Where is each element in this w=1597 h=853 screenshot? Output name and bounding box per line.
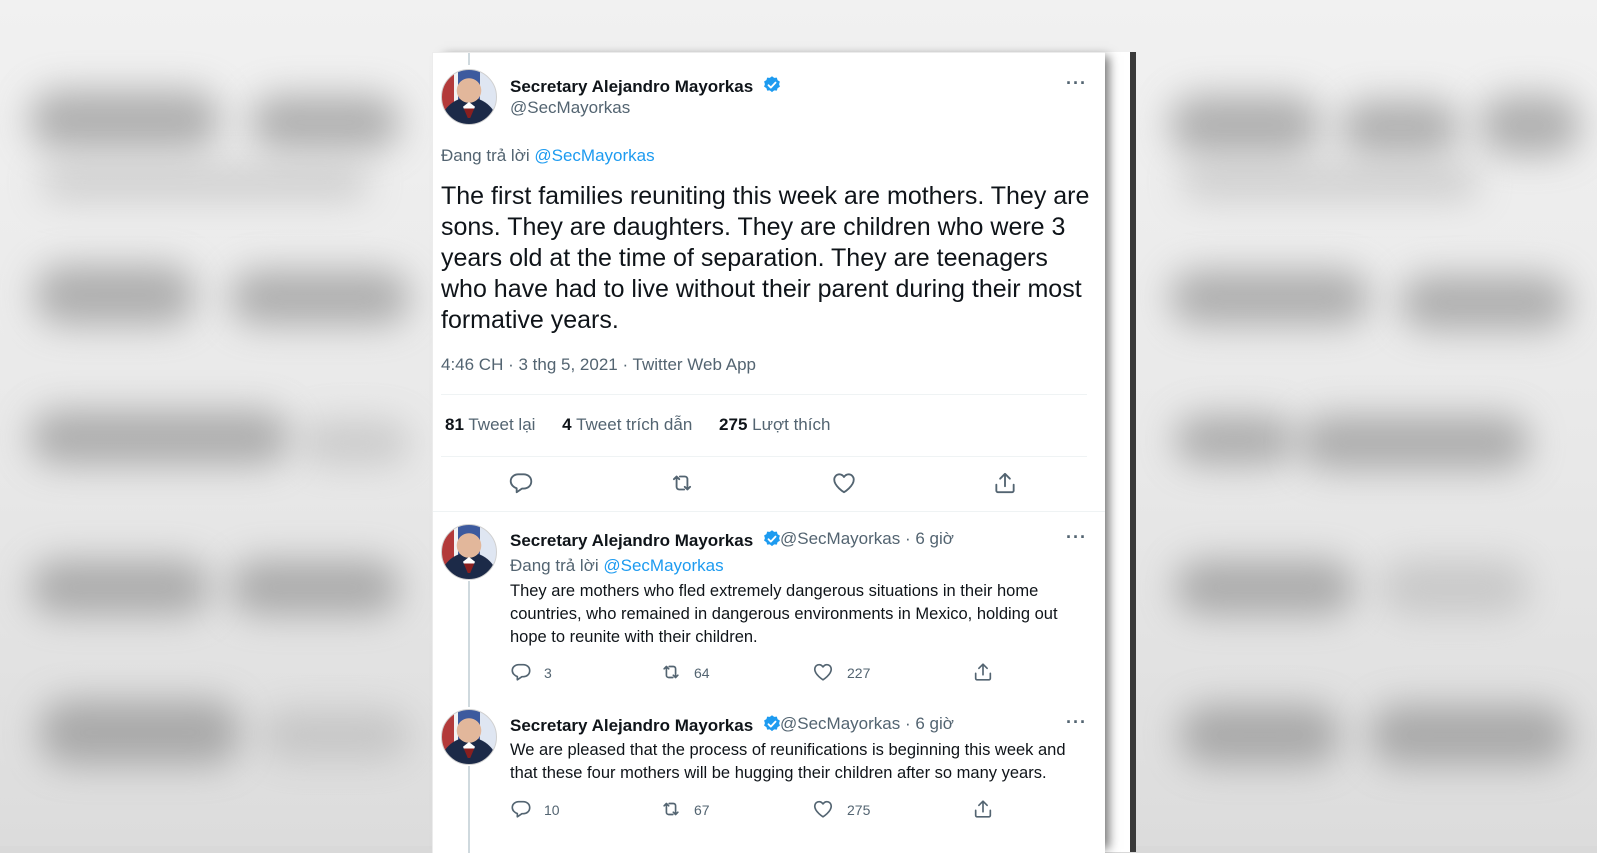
retweets-count: 81 — [445, 415, 464, 434]
avatar[interactable] — [441, 709, 497, 765]
thread-connector — [468, 766, 470, 853]
quotes-label: Tweet trích dẫn — [576, 415, 693, 434]
more-icon[interactable]: ··· — [1066, 527, 1087, 548]
reply-icon[interactable] — [510, 798, 532, 820]
tweet-text: We are pleased that the process of reuni… — [510, 741, 1066, 782]
divider — [433, 511, 1105, 512]
tweet-stats: 81 Tweet lại 4 Tweet trích dẫn 275 Lượt … — [445, 415, 852, 435]
like-icon[interactable] — [812, 798, 834, 820]
thread-connector — [468, 53, 470, 65]
author-name[interactable]: Secretary Alejandro Mayorkas — [510, 75, 782, 97]
share-icon[interactable] — [972, 661, 994, 683]
mention-link[interactable]: @SecMayorkas — [534, 146, 654, 165]
more-icon[interactable]: ··· — [1066, 712, 1087, 733]
retweet-icon[interactable] — [660, 798, 682, 820]
replying-label: Đang trả lời — [441, 146, 530, 165]
thread-connector — [468, 581, 470, 707]
tweet-text: The first families reuniting this week a… — [441, 182, 1090, 334]
author-handle[interactable]: @SecMayorkas — [510, 98, 630, 118]
retweets-label: Tweet lại — [468, 415, 536, 434]
replying-to: Đang trả lời @SecMayorkas — [441, 146, 655, 166]
author-name[interactable]: Secretary Alejandro Mayorkas — [510, 529, 782, 551]
like-icon[interactable] — [831, 470, 857, 496]
divider — [441, 394, 1087, 395]
like-count: 227 — [847, 665, 871, 681]
like-count: 275 — [847, 802, 871, 818]
divider — [441, 456, 1087, 457]
retweets-stat[interactable]: 81 Tweet lại — [445, 415, 535, 434]
likes-count: 275 — [719, 415, 748, 434]
share-icon[interactable] — [992, 470, 1018, 496]
like-icon[interactable] — [812, 661, 834, 683]
reply-count: 3 — [544, 665, 552, 681]
likes-label: Lượt thích — [752, 415, 831, 434]
avatar[interactable] — [441, 524, 497, 580]
tweet-meta[interactable]: 4:46 CH · 3 thg 5, 2021 · Twitter Web Ap… — [441, 355, 756, 375]
replying-to: Đang trả lời @SecMayorkas — [510, 556, 724, 576]
verified-badge-icon — [763, 76, 780, 93]
quotes-stat[interactable]: 4 Tweet trích dẫn — [562, 415, 692, 434]
author-handle-time[interactable]: @SecMayorkas · 6 giờ — [780, 714, 954, 734]
avatar[interactable] — [441, 69, 497, 125]
reply-icon[interactable] — [508, 470, 534, 496]
replying-label: Đang trả lời — [510, 556, 599, 575]
panel-shadow-edge — [1104, 52, 1136, 852]
retweet-count: 64 — [694, 665, 710, 681]
tweet-text: They are mothers who fled extremely dang… — [510, 582, 1058, 646]
author-name-text: Secretary Alejandro Mayorkas — [510, 531, 754, 550]
tweet-thread-panel: Secretary Alejandro Mayorkas @SecMayorka… — [432, 52, 1105, 853]
author-handle-time[interactable]: @SecMayorkas · 6 giờ — [780, 529, 954, 549]
author-name-text: Secretary Alejandro Mayorkas — [510, 77, 754, 96]
retweet-count: 67 — [694, 802, 710, 818]
mention-link[interactable]: @SecMayorkas — [603, 556, 723, 575]
verified-badge-icon — [763, 715, 780, 732]
author-name[interactable]: Secretary Alejandro Mayorkas — [510, 714, 782, 736]
share-icon[interactable] — [972, 798, 994, 820]
likes-stat[interactable]: 275 Lượt thích — [719, 415, 830, 434]
more-icon[interactable]: ··· — [1066, 73, 1087, 94]
verified-badge-icon — [763, 530, 780, 547]
quotes-count: 4 — [562, 415, 572, 434]
retweet-icon[interactable] — [660, 661, 682, 683]
retweet-icon[interactable] — [669, 470, 695, 496]
author-name-text: Secretary Alejandro Mayorkas — [510, 716, 754, 735]
reply-count: 10 — [544, 802, 560, 818]
reply-icon[interactable] — [510, 661, 532, 683]
